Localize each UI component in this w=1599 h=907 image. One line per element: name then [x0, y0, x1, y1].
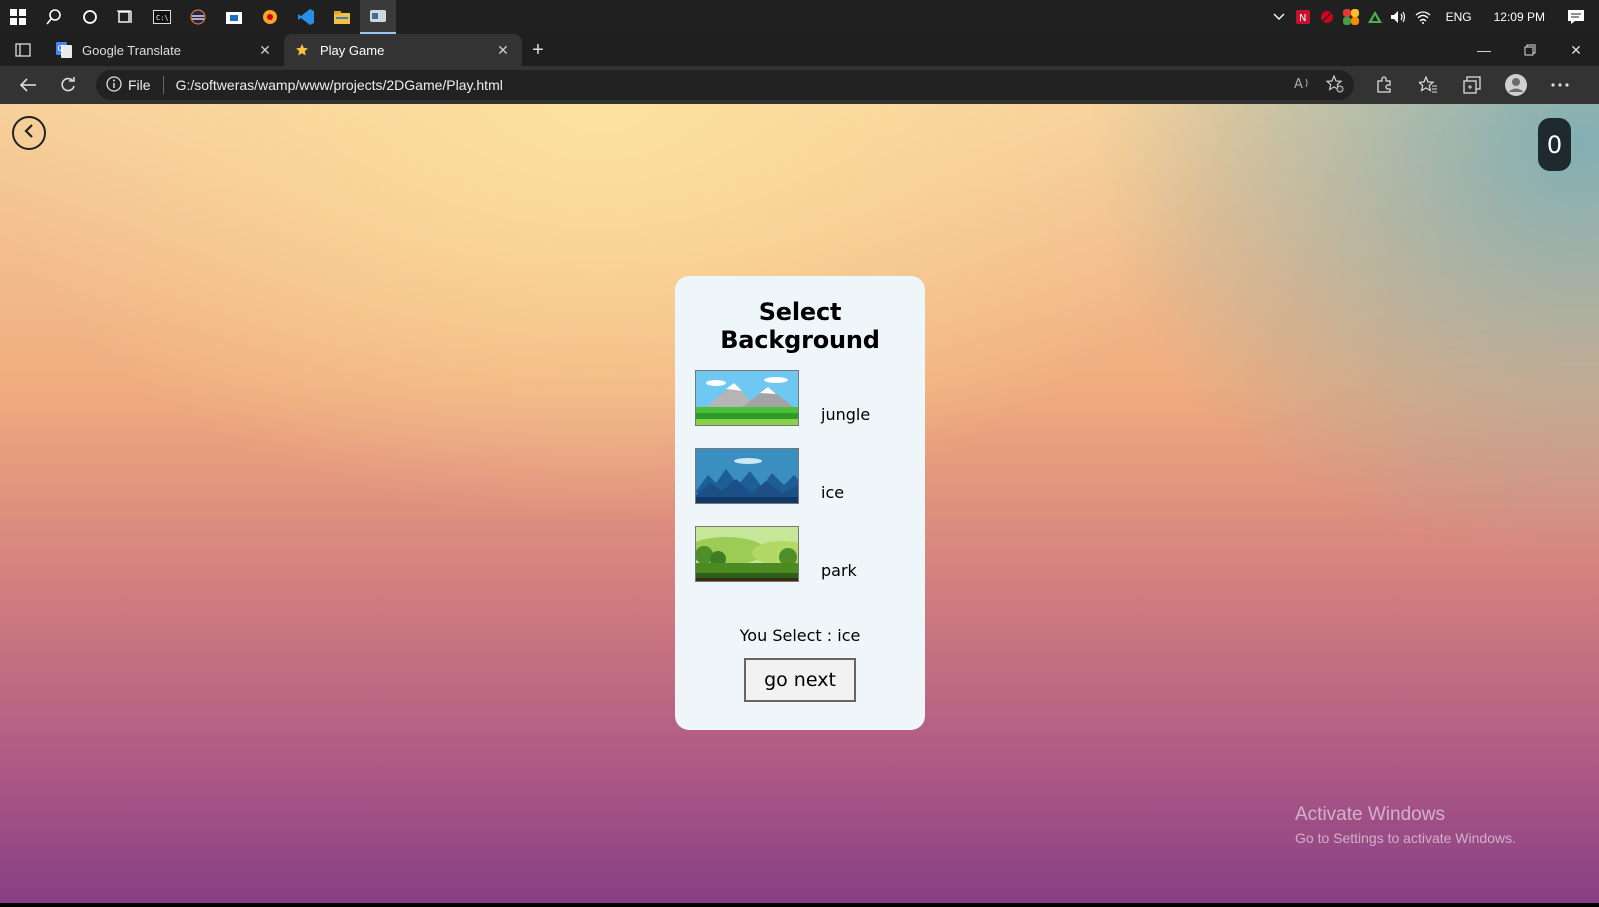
start-icon[interactable] [0, 0, 36, 34]
chevron-up-icon[interactable] [1270, 8, 1288, 26]
option-park[interactable]: park [695, 526, 857, 582]
close-tab-icon[interactable]: ✕ [256, 42, 274, 59]
antivirus-icon[interactable]: N [1294, 8, 1312, 26]
site-info[interactable]: File [106, 75, 164, 95]
back-button[interactable] [12, 116, 46, 150]
url-text[interactable]: G:/softweras/wamp/www/projects/2DGame/Pl… [176, 77, 1294, 93]
close-window-icon[interactable]: ✕ [1553, 34, 1599, 66]
minimize-icon[interactable]: — [1461, 34, 1507, 66]
extensions-icon[interactable] [1366, 69, 1402, 101]
selected-background-text: You Select : ice [739, 626, 861, 645]
option-label[interactable]: park [821, 561, 857, 580]
tab-title: Play Game [320, 42, 385, 58]
svg-text:N: N [1299, 13, 1306, 24]
tab-google-translate[interactable]: G Google Translate ✕ [46, 34, 284, 66]
svg-text:A: A [1294, 77, 1303, 91]
terminal-icon[interactable]: C:\ [144, 0, 180, 34]
profile-avatar-icon[interactable] [1498, 69, 1534, 101]
score-badge: 0 [1538, 118, 1571, 171]
browser-icon[interactable] [360, 0, 396, 34]
option-label[interactable]: jungle [821, 405, 870, 424]
back-arrow-icon[interactable] [8, 69, 48, 101]
option-ice[interactable]: ice [695, 448, 844, 504]
option-label[interactable]: ice [821, 483, 844, 502]
wifi-icon[interactable] [1414, 8, 1432, 26]
colorful-app-icon[interactable] [1342, 8, 1360, 26]
park-thumbnail[interactable] [695, 526, 799, 582]
activate-windows-watermark: Activate Windows Go to Settings to activ… [1295, 804, 1516, 846]
tab-actions-icon[interactable] [0, 34, 46, 66]
tab-play-game[interactable]: Play Game ✕ [284, 34, 522, 66]
more-options-icon[interactable] [1542, 69, 1578, 101]
windows-taskbar: C:\ N ENG 12:09 PM [0, 0, 1599, 34]
google-translate-icon: G [56, 42, 72, 58]
file-explorer-icon[interactable] [324, 0, 360, 34]
option-jungle[interactable]: jungle [695, 370, 870, 426]
star-icon [294, 42, 310, 58]
watermark-subtitle: Go to Settings to activate Windows. [1295, 830, 1516, 846]
collections-icon[interactable] [1454, 69, 1490, 101]
store-icon[interactable] [216, 0, 252, 34]
task-view-icon[interactable] [108, 0, 144, 34]
refresh-icon[interactable] [48, 69, 88, 101]
chevron-left-icon [22, 123, 36, 144]
favorites-icon[interactable] [1410, 69, 1446, 101]
info-icon [106, 75, 122, 95]
svg-text:G: G [58, 44, 64, 53]
address-bar[interactable]: File G:/softweras/wamp/www/projects/2DGa… [96, 70, 1354, 100]
new-tab-button[interactable]: + [522, 34, 554, 66]
cortana-icon[interactable] [72, 0, 108, 34]
record-icon[interactable] [1318, 8, 1336, 26]
game-page: 0 Select Background jungle ice park You … [0, 104, 1599, 903]
clock[interactable]: 12:09 PM [1486, 10, 1553, 24]
jungle-thumbnail[interactable] [695, 370, 799, 426]
vscode-icon[interactable] [288, 0, 324, 34]
tab-title: Google Translate [82, 42, 182, 58]
card-title: Select Background [720, 298, 880, 354]
scheme-label: File [128, 77, 151, 93]
triangle-app-icon[interactable] [1366, 8, 1384, 26]
notification-icon[interactable] [1567, 8, 1585, 26]
language-indicator[interactable]: ENG [1438, 10, 1480, 24]
browser-toolbar: File G:/softweras/wamp/www/projects/2DGa… [0, 66, 1599, 104]
go-next-button[interactable]: go next [744, 658, 856, 702]
app-orange-icon[interactable] [252, 0, 288, 34]
volume-icon[interactable] [1390, 8, 1408, 26]
read-aloud-icon[interactable]: A [1294, 75, 1312, 96]
close-tab-icon[interactable]: ✕ [494, 42, 512, 59]
bottom-edge [0, 903, 1599, 907]
search-icon[interactable] [36, 0, 72, 34]
ice-thumbnail[interactable] [695, 448, 799, 504]
watermark-title: Activate Windows [1295, 804, 1445, 825]
add-favorite-icon[interactable] [1325, 73, 1344, 96]
restore-icon[interactable] [1507, 34, 1553, 66]
eclipse-icon[interactable] [180, 0, 216, 34]
svg-text:C:\: C:\ [156, 14, 169, 22]
browser-tab-strip: G Google Translate ✕ Play Game ✕ + — ✕ [0, 34, 1599, 66]
background-select-card: Select Background jungle ice park You Se… [675, 276, 925, 730]
